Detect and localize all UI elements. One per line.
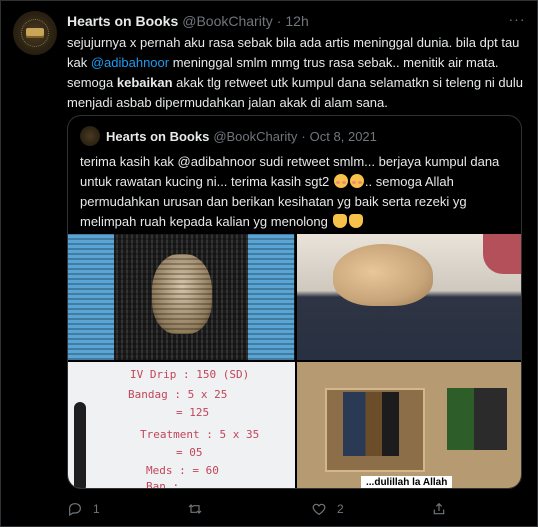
more-options-icon[interactable]: ··· — [507, 11, 527, 29]
photo-caption: ...dulillah la Allah — [361, 476, 453, 488]
quoted-separator-dot: · — [301, 128, 306, 144]
smiling-face-with-hearts-icon — [349, 174, 364, 188]
photo-book-boxes[interactable]: ...dulillah la Allah — [297, 362, 521, 488]
author-name[interactable]: Hearts on Books — [67, 13, 178, 29]
tweet-header: Hearts on Books @BookCharity · 12h — [67, 11, 309, 31]
separator-dot: · — [276, 13, 282, 29]
avatar[interactable] — [13, 11, 57, 55]
book-stack — [447, 388, 507, 450]
mention-link[interactable]: @adibahnoor — [91, 55, 169, 70]
photo-whiteboard-costs[interactable]: IV Drip : 150 (SD) Bandag : 5 x 25 = 125… — [68, 362, 295, 489]
quoted-header: Hearts on Books @BookCharity · Oct 8, 20… — [106, 126, 377, 146]
whiteboard-line: = 125 — [176, 406, 210, 419]
whiteboard-line: Bandag : 5 x 25 — [128, 388, 228, 401]
quoted-date: Oct 8, 2021 — [309, 128, 377, 144]
reply-button[interactable]: 1 — [67, 499, 100, 519]
carrier-mesh — [68, 234, 295, 360]
retweet-button[interactable] — [187, 499, 213, 519]
like-count: 2 — [337, 502, 344, 516]
whiteboard-line: IV Drip : 150 (SD) — [130, 368, 250, 381]
reply-count: 1 — [93, 502, 100, 516]
heart-icon — [312, 503, 326, 516]
whiteboard-line: Ban : ... — [146, 480, 206, 489]
media-grid: IV Drip : 150 (SD) Bandag : 5 x 25 = 125… — [68, 234, 521, 489]
tweet-time[interactable]: 12h — [285, 13, 308, 29]
like-button[interactable]: 2 — [311, 499, 344, 519]
whiteboard-line: Meds : = 60 — [146, 464, 219, 477]
open-hands-icon — [348, 214, 363, 228]
cable — [74, 402, 86, 488]
book-icon — [26, 28, 44, 38]
photo-injured-cat[interactable] — [297, 234, 521, 360]
tweet-text-bold: kebaikan — [116, 75, 173, 90]
action-bar: 1 2 — [67, 499, 527, 519]
red-cushion — [483, 234, 521, 274]
smiling-face-with-hearts-icon — [333, 174, 348, 188]
quoted-tweet[interactable]: Hearts on Books @BookCharity · Oct 8, 20… — [67, 115, 522, 489]
author-handle[interactable]: @BookCharity — [182, 13, 272, 29]
whiteboard-line: = 05 — [176, 446, 203, 459]
quoted-avatar — [80, 126, 100, 146]
share-icon — [433, 502, 445, 515]
quoted-author-handle: @BookCharity — [213, 128, 298, 144]
share-button[interactable] — [431, 499, 457, 519]
quoted-author-name: Hearts on Books — [106, 128, 210, 144]
cat-figure — [333, 244, 433, 306]
tweet-card[interactable]: Hearts on Books @BookCharity · 12h ··· s… — [0, 0, 538, 527]
reply-icon — [69, 503, 81, 517]
photo-cat-in-carrier[interactable] — [68, 234, 295, 360]
retweet-icon — [188, 504, 202, 514]
book-stack — [343, 392, 399, 456]
open-hands-icon — [332, 214, 347, 228]
quoted-text: terima kasih kak @adibahnoor sudi retwee… — [80, 152, 512, 232]
whiteboard-line: Treatment : 5 x 35 — [140, 428, 260, 441]
tweet-text: sejujurnya x pernah aku rasa sebak bila … — [67, 33, 527, 113]
